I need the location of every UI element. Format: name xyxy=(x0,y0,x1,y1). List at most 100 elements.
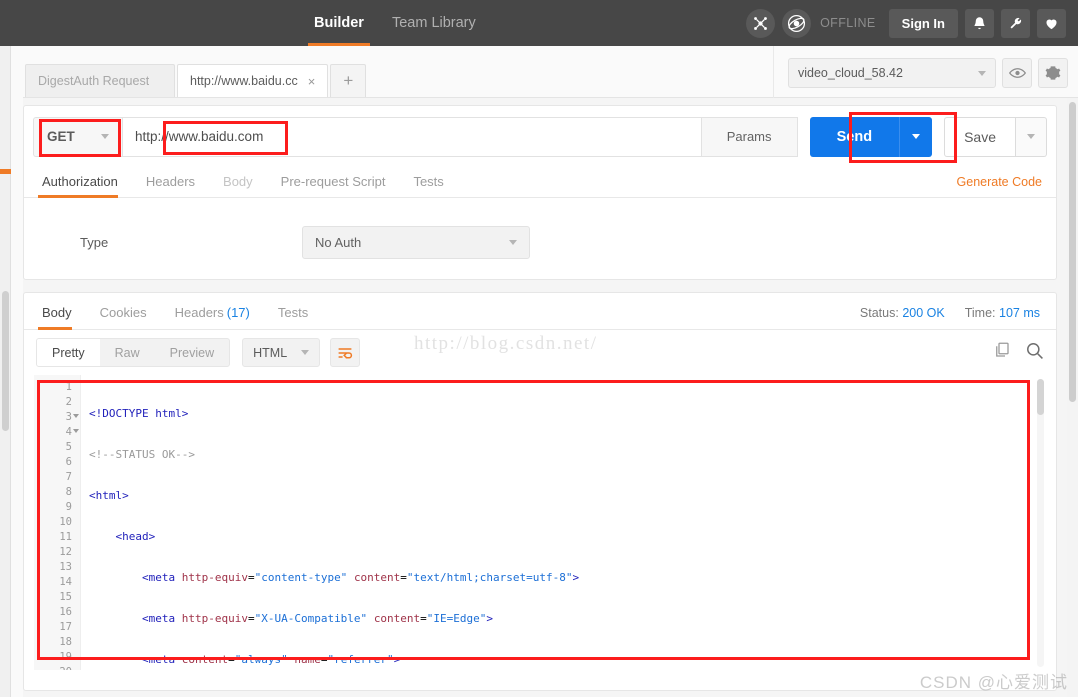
sync-orbit-icon[interactable] xyxy=(782,9,811,38)
time-readout: Time: 107 ms xyxy=(965,306,1040,320)
save-button[interactable]: Save xyxy=(944,117,1016,157)
chevron-down-icon xyxy=(101,134,109,139)
line-number: 10 xyxy=(34,515,80,530)
editor-gutter: 1 2 3 4 5 6 7 8 9 10 11 12 13 14 15 16 1… xyxy=(34,375,81,670)
response-section-tabs: Body Cookies Headers(17) Tests Status: 2… xyxy=(24,293,1056,330)
auth-type-select[interactable]: No Auth xyxy=(302,226,530,259)
request-section-tabs: Authorization Headers Body Pre-request S… xyxy=(24,166,1056,198)
new-tab-button[interactable]: + xyxy=(330,64,366,97)
auth-type-value: No Auth xyxy=(315,235,361,250)
time-label: Time: xyxy=(965,306,996,320)
tab-headers[interactable]: Headers xyxy=(132,174,209,197)
request-tab-label: DigestAuth Request xyxy=(38,74,149,88)
response-tab-body[interactable]: Body xyxy=(38,305,86,329)
environment-select[interactable]: video_cloud_58.42 xyxy=(788,58,996,88)
code-line: <head> xyxy=(89,529,1046,544)
headers-count-badge: (17) xyxy=(227,305,250,320)
response-tab-headers[interactable]: Headers(17) xyxy=(161,305,264,329)
tab-builder[interactable]: Builder xyxy=(300,0,378,46)
environment-quick-look-button[interactable] xyxy=(1002,58,1032,88)
generate-code-link[interactable]: Generate Code xyxy=(957,175,1056,197)
wrench-icon[interactable] xyxy=(1001,9,1030,38)
line-number: 13 xyxy=(34,560,80,575)
authorization-body: Type No Auth xyxy=(24,198,1056,259)
line-number: 8 xyxy=(34,485,80,500)
tab-team-library-label: Team Library xyxy=(392,15,476,31)
page-scrollbar-track xyxy=(1067,46,1078,697)
app-header: Builder Team Library OFFLINE xyxy=(0,0,1078,46)
url-value: http://www.baidu.com xyxy=(135,129,263,144)
tab-team-library[interactable]: Team Library xyxy=(378,0,490,46)
send-options-button[interactable] xyxy=(899,117,932,157)
response-actions xyxy=(993,341,1044,365)
header-nav: Builder Team Library xyxy=(300,0,490,46)
view-mode-pretty[interactable]: Pretty xyxy=(37,339,100,366)
status-label: Status: xyxy=(860,306,899,320)
tab-body-label: Body xyxy=(223,174,253,189)
response-toolbar: Pretty Raw Preview HTML http://blog.csdn… xyxy=(24,330,1056,375)
response-tab-body-label: Body xyxy=(42,305,72,320)
bell-icon[interactable] xyxy=(965,9,994,38)
line-number: 3 xyxy=(34,410,80,425)
response-tab-headers-label: Headers xyxy=(175,305,224,320)
code-line: <html> xyxy=(89,488,1046,503)
fold-arrow-icon[interactable] xyxy=(73,414,79,418)
url-input[interactable]: http://www.baidu.com xyxy=(122,117,702,157)
copy-icon[interactable] xyxy=(993,341,1011,364)
save-options-button[interactable] xyxy=(1016,117,1047,157)
auth-type-label: Type xyxy=(80,235,302,250)
sidebar-divider xyxy=(11,46,23,697)
tab-authorization-label: Authorization xyxy=(42,174,118,189)
plus-icon: + xyxy=(343,71,353,91)
close-icon[interactable]: × xyxy=(308,74,316,89)
sign-in-button[interactable]: Sign In xyxy=(889,9,958,38)
sidebar-scrollbar[interactable] xyxy=(2,291,9,431)
line-number: 20 xyxy=(34,665,80,670)
tab-tests[interactable]: Tests xyxy=(399,174,457,197)
response-tab-tests[interactable]: Tests xyxy=(264,305,322,329)
tab-pre-request-script[interactable]: Pre-request Script xyxy=(267,174,400,197)
code-line: <meta content="always" name="referrer"> xyxy=(89,652,1046,667)
params-button[interactable]: Params xyxy=(702,117,798,157)
send-button[interactable]: Send xyxy=(810,117,899,157)
editor-code-content[interactable]: <!DOCTYPE html> <!--STATUS OK--> <html> … xyxy=(81,375,1046,670)
fold-arrow-icon[interactable] xyxy=(73,429,79,433)
chevron-down-icon xyxy=(509,240,517,245)
editor-scrollbar-thumb[interactable] xyxy=(1037,379,1044,415)
line-number: 6 xyxy=(34,455,80,470)
tab-headers-label: Headers xyxy=(146,174,195,189)
view-mode-group: Pretty Raw Preview xyxy=(36,338,230,367)
line-number: 18 xyxy=(34,635,80,650)
manage-environments-button[interactable] xyxy=(1038,58,1068,88)
view-mode-raw[interactable]: Raw xyxy=(100,339,155,366)
sidebar-rail xyxy=(0,46,11,697)
word-wrap-button[interactable] xyxy=(330,338,360,367)
page-scrollbar-thumb[interactable] xyxy=(1069,102,1076,402)
code-line: <meta http-equiv="X-UA-Compatible" conte… xyxy=(89,611,1046,626)
response-code-editor[interactable]: 1 2 3 4 5 6 7 8 9 10 11 12 13 14 15 16 1… xyxy=(34,375,1046,670)
view-mode-preview[interactable]: Preview xyxy=(155,339,229,366)
heart-icon[interactable] xyxy=(1037,9,1066,38)
request-tab-label: http://www.baidu.cc xyxy=(190,74,298,88)
line-number: 12 xyxy=(34,545,80,560)
status-readout: Status: 200 OK xyxy=(860,306,945,320)
line-number: 2 xyxy=(34,395,80,410)
word-wrap-icon xyxy=(337,346,353,360)
generate-code-label: Generate Code xyxy=(957,175,1042,189)
tab-pre-request-script-label: Pre-request Script xyxy=(281,174,386,189)
response-tab-cookies[interactable]: Cookies xyxy=(86,305,161,329)
search-icon[interactable] xyxy=(1025,341,1044,365)
response-tab-tests-label: Tests xyxy=(278,305,308,320)
language-select[interactable]: HTML xyxy=(242,338,320,367)
http-method-select[interactable]: GET xyxy=(33,117,122,157)
line-number: 7 xyxy=(34,470,80,485)
request-tab-baidu[interactable]: http://www.baidu.cc × xyxy=(177,64,328,97)
network-icon[interactable] xyxy=(746,9,775,38)
gear-icon xyxy=(1045,65,1061,81)
line-number: 15 xyxy=(34,590,80,605)
tab-builder-label: Builder xyxy=(314,15,364,31)
tab-authorization[interactable]: Authorization xyxy=(38,174,132,197)
line-number: 5 xyxy=(34,440,80,455)
tab-body[interactable]: Body xyxy=(209,174,267,197)
request-tab-digestauth[interactable]: DigestAuth Request xyxy=(25,64,175,97)
